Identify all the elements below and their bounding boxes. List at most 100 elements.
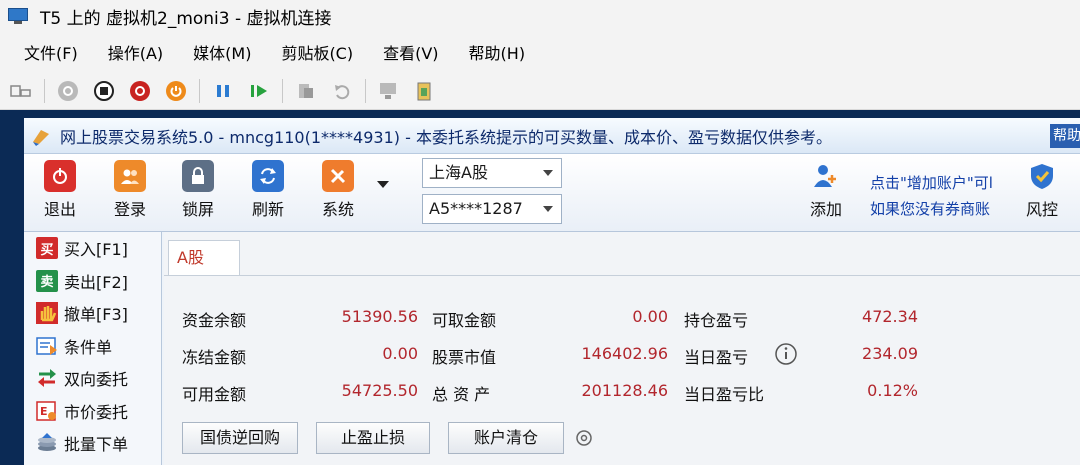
toolbar-separator <box>199 78 200 103</box>
account-select-value: A5****1287 <box>429 199 523 218</box>
help-tab[interactable]: 帮助 <box>1050 124 1080 148</box>
dropdown-arrow-icon <box>543 170 553 176</box>
menu-help[interactable]: 帮助(H) <box>469 40 526 64</box>
users-icon <box>114 160 146 192</box>
login-button[interactable]: 登录 <box>102 160 158 220</box>
risk-control-button[interactable]: 风控 <box>1014 160 1070 220</box>
add-account-button[interactable]: 添加 <box>798 160 854 220</box>
refresh-label: 刷新 <box>251 200 284 219</box>
lock-icon <box>182 160 214 192</box>
position-pnl-value: 472.34 <box>862 307 918 326</box>
toolbar-separator <box>282 78 283 103</box>
treasury-repo-button[interactable]: 国债逆回购 <box>182 422 298 454</box>
sidebar-item-label: 双向委托 <box>64 370 129 390</box>
vm-titlebar: T5 上的 虚拟机2_moni3 - 虚拟机连接 <box>0 0 1080 32</box>
hint-add-account: 点击"增加账户"可l <box>870 174 993 192</box>
menu-media[interactable]: 媒体(M) <box>193 40 251 64</box>
resume-icon[interactable] <box>246 78 272 104</box>
trading-app-window: 网上股票交易系统5.0 - mncg110(1****4931) - 本委托系统… <box>24 118 1080 465</box>
info-icon[interactable] <box>774 342 798 366</box>
market-select-value: 上海A股 <box>429 163 488 182</box>
tab-divider <box>164 275 1080 276</box>
menu-clipboard[interactable]: 剪贴板(C) <box>281 40 353 64</box>
stop-profit-loss-button[interactable]: 止盈止损 <box>316 422 430 454</box>
settings-icon[interactable] <box>574 428 594 448</box>
ctrl-alt-del-icon[interactable] <box>8 78 34 104</box>
risk-control-label: 风控 <box>1025 200 1058 219</box>
start-icon[interactable] <box>55 78 81 104</box>
withdrawable-value: 0.00 <box>632 307 668 326</box>
sidebar-item-conditional[interactable]: 条件单 <box>24 330 161 363</box>
share-icon[interactable] <box>412 78 438 104</box>
system-button[interactable]: 系统 <box>310 160 366 220</box>
market-select[interactable]: 上海A股 <box>422 158 562 188</box>
stock-value-value: 146402.96 <box>581 344 668 363</box>
chevron-down-icon[interactable] <box>376 180 390 190</box>
sidebar-item-buy[interactable]: 买 买入[F1] <box>24 232 161 265</box>
power-icon <box>44 160 76 192</box>
fund-balance-label: 资金余额 <box>182 311 247 330</box>
checkpoint-icon[interactable] <box>293 78 319 104</box>
total-assets-value: 201128.46 <box>581 381 668 400</box>
app-toolbar: 退出 登录 锁屏 刷新 系统 上海A股 A5****1287 添加 点击"增加账… <box>24 154 1080 232</box>
app-titlebar: 网上股票交易系统5.0 - mncg110(1****4931) - 本委托系统… <box>24 118 1080 154</box>
vm-toolbar <box>0 72 1080 110</box>
function-sidebar: 买 买入[F1] 卖 卖出[F2] 撤单[F3] 条件单 双向委托 E 市价委托… <box>24 232 162 465</box>
sidebar-item-label: 卖出[F2] <box>64 272 128 292</box>
frozen-amount-label: 冻结金额 <box>182 348 247 367</box>
add-account-label: 添加 <box>809 200 842 219</box>
menu-file[interactable]: 文件(F) <box>24 40 78 64</box>
save-state-icon[interactable] <box>163 78 189 104</box>
revert-icon[interactable] <box>329 78 355 104</box>
fund-balance-value: 51390.56 <box>341 307 418 326</box>
sidebar-item-market-order[interactable]: E 市价委托 <box>24 395 161 428</box>
tab-a-shares[interactable]: A股 <box>168 240 240 276</box>
vm-window-title: T5 上的 虚拟机2_moni3 - 虚拟机连接 <box>40 8 332 29</box>
clear-account-button[interactable]: 账户清仓 <box>448 422 564 454</box>
buy-icon: 买 <box>36 237 58 260</box>
svg-text:E: E <box>40 405 48 418</box>
frozen-amount-value: 0.00 <box>382 344 418 363</box>
exit-label: 退出 <box>43 200 76 219</box>
batch-order-icon <box>36 432 58 454</box>
dropdown-arrow-icon <box>543 206 553 212</box>
account-select[interactable]: A5****1287 <box>422 194 562 224</box>
withdrawable-label: 可取金额 <box>432 311 497 330</box>
daily-pnl-value: 234.09 <box>862 344 918 363</box>
system-label: 系统 <box>321 200 354 219</box>
market-order-icon: E <box>36 400 58 422</box>
sidebar-item-two-way[interactable]: 双向委托 <box>24 362 161 395</box>
vm-menubar: 文件(F) 操作(A) 媒体(M) 剪贴板(C) 查看(V) 帮助(H) <box>0 32 1080 72</box>
hand-icon <box>36 302 58 325</box>
daily-pnl-ratio-value: 0.12% <box>867 381 918 400</box>
refresh-button[interactable]: 刷新 <box>240 160 296 220</box>
menu-view[interactable]: 查看(V) <box>383 40 438 64</box>
conditional-order-icon <box>36 335 58 357</box>
sell-icon: 卖 <box>36 269 58 292</box>
sidebar-item-label: 条件单 <box>64 337 113 357</box>
sidebar-item-batch[interactable]: 批量下单 <box>24 427 161 460</box>
toolbar-separator <box>44 78 45 103</box>
position-pnl-label: 持仓盈亏 <box>684 311 749 330</box>
available-amount-value: 54725.50 <box>341 381 418 400</box>
sidebar-item-cancel[interactable]: 撤单[F3] <box>24 297 161 330</box>
shutdown-icon[interactable] <box>127 78 153 104</box>
sidebar-item-label: 买入[F1] <box>64 240 128 260</box>
enhanced-session-icon[interactable] <box>376 78 402 104</box>
pause-icon[interactable] <box>210 78 236 104</box>
stock-value-label: 股票市值 <box>432 348 497 367</box>
lock-screen-button[interactable]: 锁屏 <box>170 160 226 220</box>
monitor-icon <box>8 8 30 24</box>
two-way-arrows-icon <box>36 367 58 389</box>
sidebar-item-sell[interactable]: 卖 卖出[F2] <box>24 265 161 298</box>
app-title: 网上股票交易系统5.0 - mncg110(1****4931) - 本委托系统… <box>60 127 832 147</box>
lock-screen-label: 锁屏 <box>181 200 214 219</box>
add-user-icon <box>810 160 842 192</box>
turn-off-icon[interactable] <box>91 78 117 104</box>
hint-no-broker[interactable]: 如果您没有券商账 <box>870 198 990 219</box>
menu-action[interactable]: 操作(A) <box>108 40 163 64</box>
daily-pnl-ratio-label: 当日盈亏比 <box>684 385 765 404</box>
tools-icon <box>322 160 354 192</box>
sidebar-item-label: 批量下单 <box>64 435 129 455</box>
exit-button[interactable]: 退出 <box>32 160 88 220</box>
